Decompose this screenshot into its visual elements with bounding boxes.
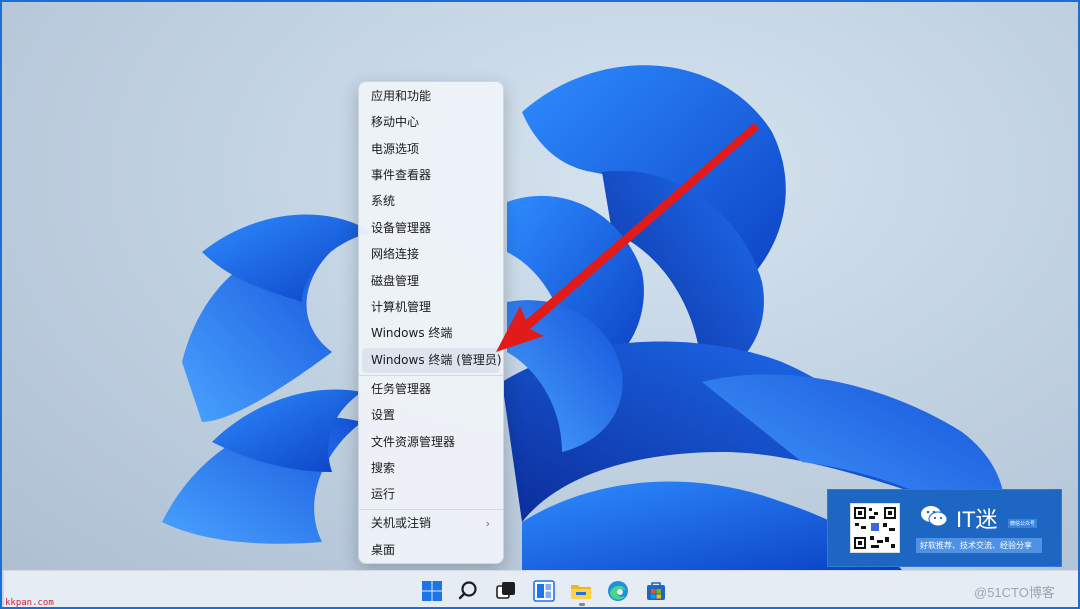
menu-item-computer-management[interactable]: 计算机管理 <box>362 295 500 320</box>
menu-item-device-manager[interactable]: 设备管理器 <box>362 216 500 241</box>
menu-item-desktop[interactable]: 桌面 <box>362 538 500 563</box>
menu-item-disk-management[interactable]: 磁盘管理 <box>362 269 500 294</box>
menu-item-search[interactable]: 搜索 <box>362 456 500 481</box>
menu-item-label: 关机或注销 <box>371 516 432 530</box>
it-badge-title: IT迷 <box>956 507 998 532</box>
store-icon[interactable] <box>644 579 668 603</box>
widgets-icon[interactable] <box>532 579 556 603</box>
edge-icon[interactable] <box>606 579 630 603</box>
active-app-indicator <box>579 603 585 606</box>
chevron-right-icon: › <box>485 517 490 530</box>
winx-context-menu: 应用和功能 移动中心 电源选项 事件查看器 系统 设备管理器 网络连接 磁盘管理… <box>358 81 504 564</box>
qr-code-icon <box>850 503 900 553</box>
it-badge-slogan: 好软推荐、技术交流、经验分享 <box>916 538 1042 553</box>
menu-item-windows-terminal-admin[interactable]: Windows 终端 (管理员) <box>362 348 502 373</box>
file-explorer-icon[interactable] <box>569 579 593 603</box>
menu-item-system[interactable]: 系统 <box>362 189 500 214</box>
menu-item-run[interactable]: 运行 <box>362 482 500 507</box>
menu-separator <box>359 375 503 376</box>
it-badge-tag: 微信公众号 <box>1008 519 1038 528</box>
menu-item-apps-features[interactable]: 应用和功能 <box>362 84 500 109</box>
watermark-right: @51CTO博客 <box>974 585 1055 600</box>
menu-item-shutdown-signout[interactable]: 关机或注销 › <box>362 511 500 536</box>
screenshot-frame: 应用和功能 移动中心 电源选项 事件查看器 系统 设备管理器 网络连接 磁盘管理… <box>0 0 1080 609</box>
search-icon[interactable] <box>456 579 480 603</box>
menu-item-file-explorer[interactable]: 文件资源管理器 <box>362 430 500 455</box>
menu-separator <box>359 509 503 510</box>
start-icon[interactable] <box>420 579 444 603</box>
wechat-icon <box>921 506 948 527</box>
wallpaper-bloom <box>162 65 1006 570</box>
menu-item-mobility-center[interactable]: 移动中心 <box>362 110 500 135</box>
it-promo-badge: IT迷 微信公众号 好软推荐、技术交流、经验分享 <box>827 489 1062 567</box>
watermark-left: kkpan.com <box>5 598 54 608</box>
menu-item-settings[interactable]: 设置 <box>362 403 500 428</box>
menu-item-task-manager[interactable]: 任务管理器 <box>362 377 500 402</box>
menu-item-windows-terminal[interactable]: Windows 终端 <box>362 321 500 346</box>
menu-item-event-viewer[interactable]: 事件查看器 <box>362 163 500 188</box>
menu-item-network-connections[interactable]: 网络连接 <box>362 242 500 267</box>
taskbar <box>4 570 1078 607</box>
task-view-icon[interactable] <box>494 579 518 603</box>
desktop <box>2 2 1078 570</box>
menu-item-power-options[interactable]: 电源选项 <box>362 137 500 162</box>
